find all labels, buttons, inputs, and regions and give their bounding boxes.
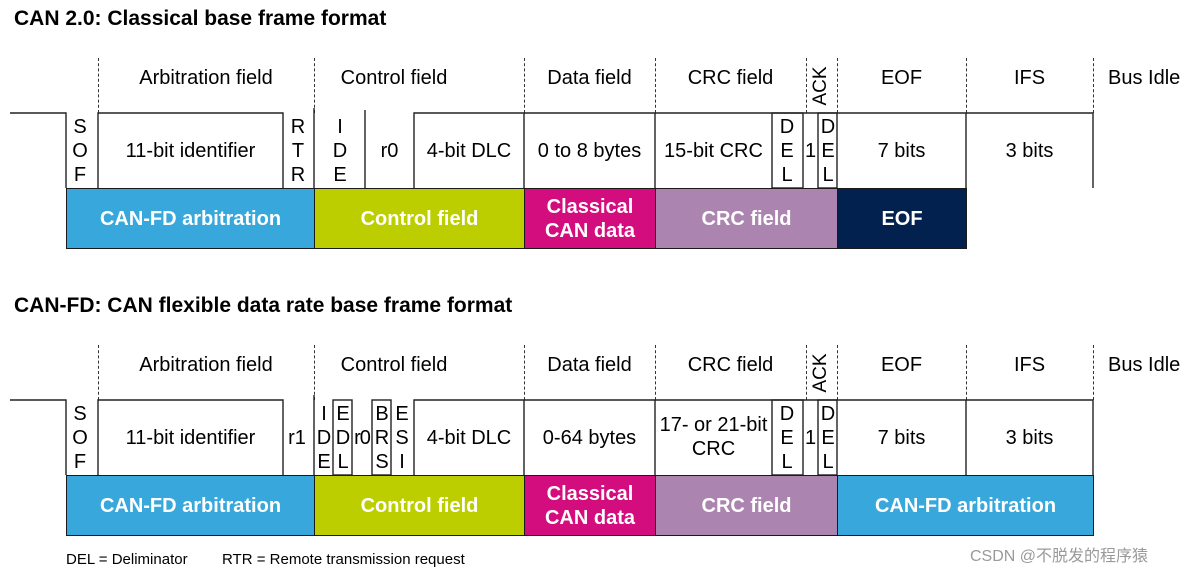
- legend-rtr: RTR = Remote transmission request: [222, 551, 465, 568]
- ide-bit: IDE: [332, 116, 348, 186]
- block-canfd-arbitration: CAN-FD arbitration: [66, 475, 315, 536]
- canfd-frame: CAN-FD: CAN flexible data rate base fram…: [0, 287, 1198, 547]
- crc-bits: 15-bit CRC: [664, 140, 763, 162]
- sof-bit: SOF: [72, 403, 88, 473]
- block-classical-data: Classical CAN data: [524, 188, 656, 249]
- data-bytes: 0 to 8 bytes: [537, 140, 642, 162]
- dlc-bits: 4-bit DLC: [426, 140, 512, 162]
- eof-bits: 7 bits: [877, 140, 926, 162]
- ide-bit: IDE: [316, 403, 332, 473]
- r0-bit: r0: [354, 427, 371, 449]
- block-canfd-arbitration-end: CAN-FD arbitration: [837, 475, 1094, 536]
- rtr-bit: RTR: [290, 116, 306, 186]
- data-bytes: 0-64 bytes: [542, 427, 637, 449]
- ack-slot: 1: [804, 140, 817, 162]
- block-crc-field: CRC field: [655, 475, 838, 536]
- ack-delimiter: DEL: [820, 403, 836, 473]
- crc-delimiter: DEL: [779, 116, 795, 186]
- can20-frame: CAN 2.0: Classical base frame format Arb…: [0, 0, 1198, 260]
- block-control-field: Control field: [314, 475, 525, 536]
- r1-bit: r1: [288, 427, 306, 449]
- identifier-bits: 11-bit identifier: [125, 427, 256, 449]
- block-classical-data: Classical CAN data: [524, 475, 656, 536]
- crc-delimiter: DEL: [779, 403, 795, 473]
- block-control-field: Control field: [314, 188, 525, 249]
- edl-bit: EDL: [335, 403, 351, 473]
- esi-bit: ESI: [395, 403, 409, 473]
- sof-bit: SOF: [72, 116, 88, 186]
- block-canfd-arbitration: CAN-FD arbitration: [66, 188, 315, 249]
- legend-del: DEL = Deliminator: [66, 551, 188, 568]
- r0-bit: r0: [380, 140, 399, 162]
- brs-bit: BRS: [374, 403, 390, 473]
- crc-bits: 17- or 21-bit CRC: [659, 414, 768, 460]
- ifs-bits: 3 bits: [1005, 427, 1054, 449]
- eof-bits: 7 bits: [877, 427, 926, 449]
- idle-line: [10, 399, 67, 475]
- idle-line: [10, 112, 67, 188]
- dlc-bits: 4-bit DLC: [426, 427, 512, 449]
- watermark: CSDN @不脱发的程序猿: [970, 548, 1149, 565]
- block-crc-field: CRC field: [655, 188, 838, 249]
- ack-delimiter: DEL: [820, 116, 836, 186]
- identifier-bits: 11-bit identifier: [125, 140, 256, 162]
- ack-slot: 1: [804, 427, 817, 449]
- ifs-bits: 3 bits: [1005, 140, 1054, 162]
- block-eof: EOF: [837, 188, 967, 249]
